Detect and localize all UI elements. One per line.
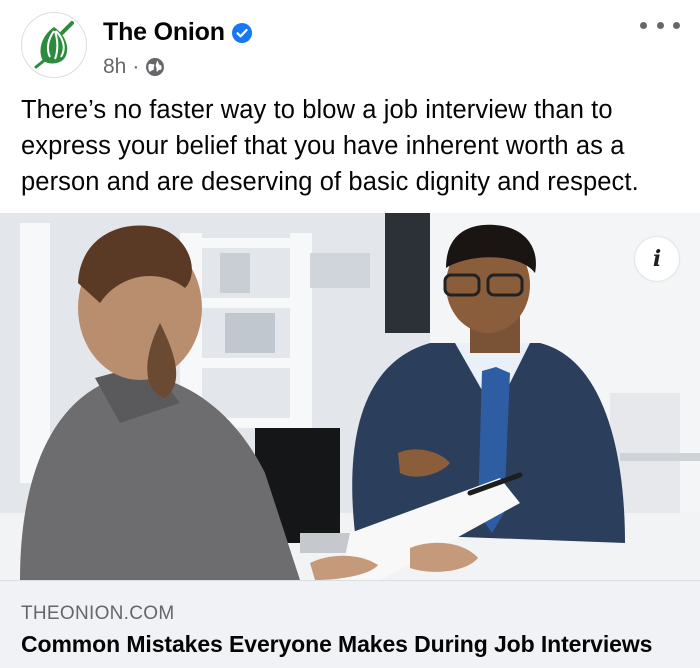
- info-button[interactable]: i: [635, 237, 679, 281]
- verified-badge-icon: [231, 22, 252, 43]
- post-timestamp[interactable]: 8h: [103, 55, 126, 79]
- link-title[interactable]: Common Mistakes Everyone Makes During Jo…: [21, 631, 652, 658]
- more-options-button[interactable]: [640, 14, 680, 36]
- info-icon: i: [652, 246, 662, 272]
- interview-photo: [0, 213, 700, 580]
- page-name-row: The Onion: [103, 18, 252, 47]
- more-dot: [656, 21, 664, 29]
- page-avatar[interactable]: [21, 12, 87, 78]
- link-preview-card[interactable]: THEONION.COM Common Mistakes Everyone Ma…: [0, 580, 700, 668]
- globe-icon: [146, 58, 165, 76]
- page-name[interactable]: The Onion: [103, 18, 225, 47]
- more-dot: [640, 21, 647, 29]
- post-meta: 8h ·: [103, 55, 165, 79]
- more-dot: [673, 21, 680, 29]
- onion-logo-icon: [34, 21, 74, 69]
- post-caption: There’s no faster way to blow a job inte…: [21, 96, 639, 196]
- link-preview-image[interactable]: i: [0, 213, 700, 580]
- link-domain: THEONION.COM: [21, 603, 175, 624]
- meta-separator: ·: [132, 55, 140, 78]
- post-header: The Onion 8h ·: [0, 0, 700, 90]
